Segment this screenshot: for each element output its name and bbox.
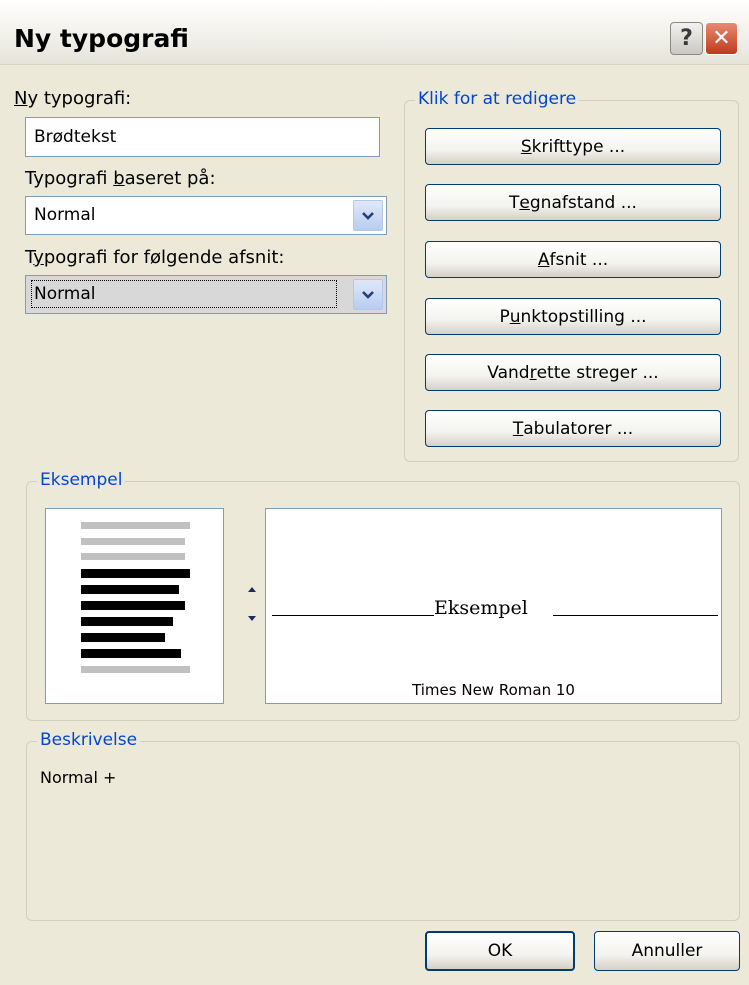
arrow-down-icon: [248, 616, 256, 621]
font-button[interactable]: Skrifttype ...: [425, 128, 721, 165]
close-icon: ✕: [712, 26, 731, 51]
paragraph-preview: [45, 508, 224, 704]
based-on-label: Typografi baseret på:: [25, 168, 216, 189]
preview-line: [81, 601, 185, 610]
description-group-legend: Beskrivelse: [37, 730, 141, 750]
based-on-value: Normal: [34, 205, 96, 225]
chevron-down-icon: [362, 211, 374, 220]
preview-line: [81, 666, 190, 673]
dialog-title: Ny typografi: [14, 24, 189, 53]
following-style-select[interactable]: Normal: [25, 275, 387, 314]
description-group: [26, 741, 740, 921]
dialog-window: Ny typografi ? ✕ Ny typografi: Brødtekst…: [0, 0, 749, 985]
help-icon: ?: [680, 26, 693, 51]
preview-line: [81, 633, 165, 642]
borders-button[interactable]: Vand r ette streger ...: [425, 354, 721, 391]
following-style-label: Typografi for følgende afsnit:: [25, 247, 285, 268]
tabs-button[interactable]: Tabulatorer ...: [425, 410, 721, 447]
edit-group-legend: Klik for at redigere: [415, 89, 580, 109]
preview-rule: [272, 615, 434, 616]
close-button[interactable]: ✕: [705, 22, 738, 55]
preview-line: [81, 617, 173, 626]
scroll-down-button[interactable]: [244, 610, 260, 628]
preview-line: [81, 553, 185, 560]
scroll-up-button[interactable]: [244, 580, 260, 598]
title-bar[interactable]: Ny typografi ? ✕: [0, 0, 749, 65]
help-button[interactable]: ?: [670, 22, 703, 55]
spacing-button[interactable]: Te gnafstand ...: [425, 184, 721, 221]
font-caption: Times New Roman 10: [412, 681, 575, 699]
preview-line: [81, 538, 185, 545]
chevron-down-icon: [362, 290, 374, 299]
style-name-input[interactable]: Brødtekst: [25, 117, 380, 157]
description-text: Normal +: [40, 768, 117, 787]
paragraph-button[interactable]: Afsnit ...: [425, 241, 721, 278]
example-group-legend: Eksempel: [37, 470, 126, 490]
preview-line: [81, 522, 190, 529]
preview-line: [81, 585, 179, 594]
preview-line: [81, 649, 181, 658]
following-style-value: Normal: [31, 280, 337, 308]
following-style-dropdown-button[interactable]: [353, 279, 383, 310]
style-name-label: Ny typografi:: [14, 88, 132, 109]
cancel-button[interactable]: Annuller: [594, 931, 740, 971]
based-on-dropdown-button[interactable]: [353, 200, 383, 231]
arrow-up-icon: [248, 587, 256, 592]
based-on-select[interactable]: Normal: [25, 196, 387, 235]
preview-line: [81, 569, 190, 578]
bullets-button[interactable]: Pu nktopstilling ...: [425, 298, 721, 335]
sample-word: Eksempel: [434, 597, 528, 619]
ok-button[interactable]: OK: [425, 931, 575, 971]
font-preview: Eksempel Times New Roman 10: [265, 508, 722, 704]
preview-rule: [553, 615, 718, 616]
